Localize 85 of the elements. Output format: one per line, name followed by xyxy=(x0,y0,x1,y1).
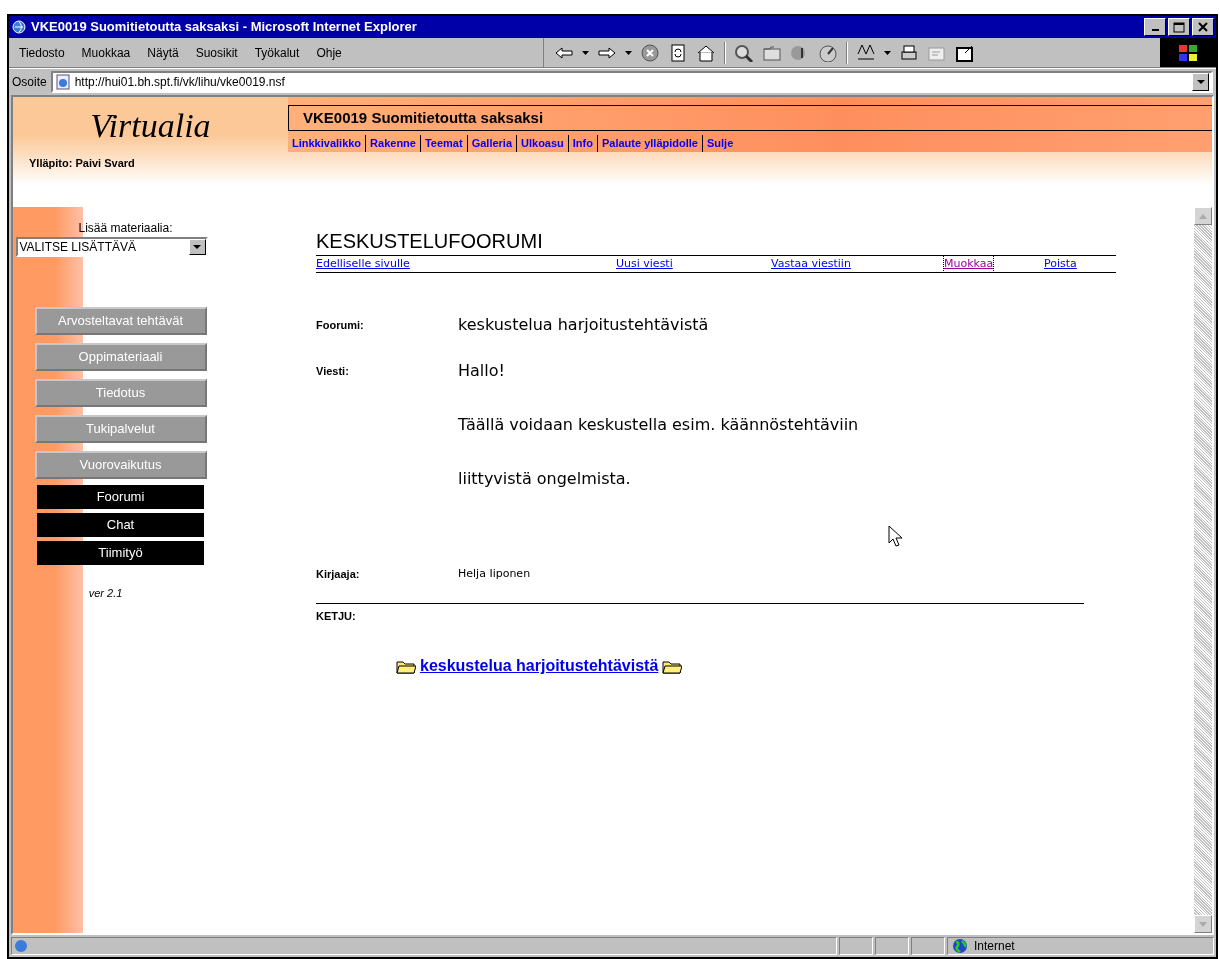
action-link[interactable]: Uusi viesti xyxy=(616,255,673,273)
toolbar-button[interactable] xyxy=(668,43,688,62)
field-label: Foorumi: xyxy=(316,318,365,333)
version-text: ver 2.1 xyxy=(88,586,123,601)
menu-item[interactable]: Työkalut xyxy=(254,43,300,62)
logo-text: Virtualia xyxy=(90,109,211,143)
field-label: Viesti: xyxy=(316,364,350,379)
down-arrow-icon xyxy=(1199,921,1207,927)
toolbar-button[interactable] xyxy=(818,43,838,62)
page-heading: KESKUSTELUFOORUMI xyxy=(316,231,544,251)
action-link[interactable]: Vastaa viestiin xyxy=(771,255,851,273)
search-icon xyxy=(734,43,754,62)
author-name: Helja Iiponen xyxy=(458,566,532,582)
field-label: Kirjaaja: xyxy=(316,567,361,582)
nav-link[interactable]: Rakenne xyxy=(365,135,420,152)
home-icon xyxy=(696,43,716,62)
menu-item[interactable]: Näytä xyxy=(147,43,179,62)
submenu-item[interactable]: Tiimityö xyxy=(37,541,204,565)
message-line: Täällä voidaan keskustella esim. käännöstehtäviin xyxy=(458,414,860,436)
close-button[interactable] xyxy=(1192,18,1214,36)
folder-icon xyxy=(662,658,683,674)
status-panel xyxy=(839,937,873,955)
history-icon xyxy=(818,43,838,62)
caret-icon xyxy=(884,50,891,55)
material-select[interactable]: VALITSE LISÄTTÄVÄ xyxy=(15,237,208,257)
add-material-label: Lisää materiaalia: xyxy=(77,220,174,237)
nav-link[interactable]: Palaute ylläpidolle xyxy=(597,135,702,152)
zone-text: Internet xyxy=(974,938,1015,955)
minimize-icon xyxy=(1151,29,1159,31)
address-label: Osoite xyxy=(12,74,47,91)
scroll-up-button[interactable] xyxy=(1194,207,1212,225)
nav-link[interactable]: Info xyxy=(567,135,597,152)
dropdown-button[interactable] xyxy=(188,239,206,255)
menu-item[interactable]: Muokkaa xyxy=(81,43,131,62)
globe-icon xyxy=(952,938,968,954)
close-icon xyxy=(1198,22,1208,32)
nav-link[interactable]: Galleria xyxy=(466,135,516,152)
minimize-button[interactable] xyxy=(1144,18,1166,36)
toolbar-button[interactable] xyxy=(955,43,975,62)
caret-icon xyxy=(625,50,632,55)
folder-icon xyxy=(396,658,416,674)
course-title: VKE0019 Suomitietoutta saksaksi xyxy=(303,107,544,128)
status-panel xyxy=(911,937,945,955)
scrollbar[interactable] xyxy=(1194,207,1212,933)
windows-logo-icon xyxy=(1178,43,1198,62)
maximize-icon xyxy=(1173,21,1185,33)
submenu-item[interactable]: Chat xyxy=(37,513,204,537)
window-icon xyxy=(955,43,975,62)
toolbar-button[interactable] xyxy=(899,43,919,62)
menu-item[interactable]: Ohje xyxy=(316,43,342,62)
action-link[interactable]: Edelliselle sivulle xyxy=(316,255,410,273)
message-line: liittyvistä ongelmista. xyxy=(458,468,632,490)
stop-icon xyxy=(640,43,660,62)
mouse-pointer-icon xyxy=(888,525,902,547)
menu-item[interactable]: Tiedosto xyxy=(19,43,65,62)
maintainer-text: Ylläpito: Paivi Svard xyxy=(29,156,135,171)
toolbar-button[interactable] xyxy=(734,43,754,62)
submenu-item[interactable]: Foorumi xyxy=(37,485,204,509)
forum-name: keskustelua harjoitustehtävistä xyxy=(458,314,710,336)
maximize-button[interactable] xyxy=(1168,18,1190,36)
window-title: VKE0019 Suomitietoutta saksaksi - Microsoft Internet Explorer xyxy=(31,18,418,37)
nav-link[interactable]: Ulkoasu xyxy=(516,135,568,152)
scroll-down-button[interactable] xyxy=(1194,915,1212,933)
action-link[interactable]: Poista xyxy=(1044,255,1077,273)
dropdown-button[interactable] xyxy=(1192,73,1209,91)
nav-link[interactable]: Teemat xyxy=(419,135,467,152)
action-link[interactable]: Muokkaa xyxy=(944,255,994,273)
caret-icon xyxy=(582,50,589,55)
nav-link[interactable]: Sulje xyxy=(701,135,738,152)
message-line: Hallo! xyxy=(458,360,506,382)
up-arrow-icon xyxy=(1199,213,1207,219)
caret-icon xyxy=(1196,79,1205,85)
status-panel xyxy=(875,937,909,955)
caret-icon xyxy=(193,244,201,250)
menu-item[interactable]: Suosikit xyxy=(195,43,238,62)
toolbar-button[interactable] xyxy=(696,43,716,62)
folder-icon xyxy=(762,43,782,62)
thread-link[interactable]: keskustelua harjoitustehtävistä xyxy=(420,654,659,678)
address-field[interactable]: http://hui01.bh.spt.fi/vk/lihu/vke0019.nsf xyxy=(50,71,1213,93)
print-icon xyxy=(899,43,919,62)
refresh-icon xyxy=(668,43,688,62)
toolbar-button[interactable] xyxy=(640,43,660,62)
nav-link[interactable]: Linkkivalikko xyxy=(288,135,366,152)
browser-icon xyxy=(11,19,27,35)
thread-label: KETJU: xyxy=(316,608,357,624)
